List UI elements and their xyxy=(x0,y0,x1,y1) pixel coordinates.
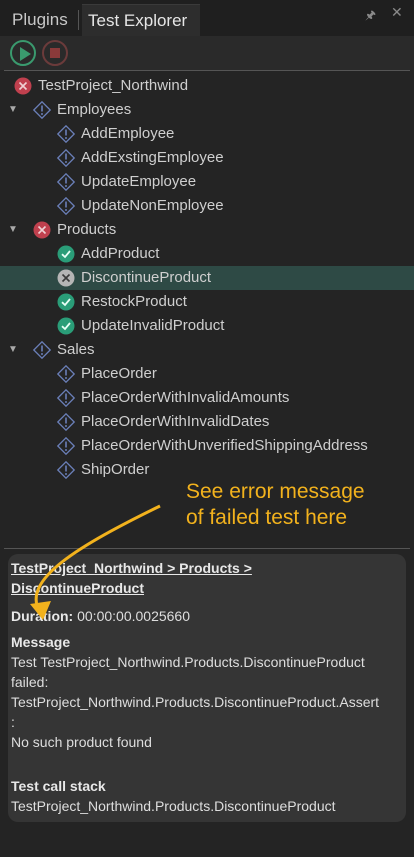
chevron-down-icon[interactable]: ▼ xyxy=(7,218,19,242)
tree-item-label: TestProject_Northwind xyxy=(38,77,189,94)
tree-item-test[interactable]: PlaceOrderWithUnverifiedShippingAddress xyxy=(0,434,414,458)
passed-icon xyxy=(57,317,75,335)
details-divider xyxy=(4,548,410,549)
tree-item-label: PlaceOrderWithUnverifiedShippingAddress xyxy=(81,437,368,454)
chevron-down-icon[interactable]: ▼ xyxy=(7,98,19,122)
tree-item-test[interactable]: RestockProduct xyxy=(0,290,414,314)
not-run-icon xyxy=(57,149,75,167)
annotation-line: See error message xyxy=(186,480,365,503)
not-run-icon xyxy=(57,389,75,407)
annotation-line: of failed test here xyxy=(186,506,348,529)
message-text: TestProject_Northwind.Products.Discontin… xyxy=(11,694,380,710)
pin-icon[interactable]: 🖈 xyxy=(365,6,376,27)
test-tree: TestProject_Northwind ▼ Employees AddEmp… xyxy=(0,74,414,482)
tree-item-test-selected[interactable]: DiscontinueProduct xyxy=(0,266,414,290)
tree-item-label: AddProduct xyxy=(81,245,160,262)
tree-item-test[interactable]: AddExstingEmployee xyxy=(0,146,414,170)
tree-item-label: Products xyxy=(57,221,117,238)
passed-icon xyxy=(57,245,75,263)
tree-item-test[interactable]: AddProduct xyxy=(0,242,414,266)
tree-item-label: AddEmployee xyxy=(81,125,175,142)
duration-value: 00:00:00.0025660 xyxy=(77,608,190,624)
tree-item-employees[interactable]: ▼ Employees xyxy=(0,98,414,122)
tree-item-products[interactable]: ▼ Products xyxy=(0,218,414,242)
tree-item-test[interactable]: PlaceOrderWithInvalidAmounts xyxy=(0,386,414,410)
tree-item-label: Employees xyxy=(57,101,132,118)
tree-item-label: UpdateNonEmployee xyxy=(81,197,224,214)
tree-item-label: PlaceOrder xyxy=(81,365,157,382)
message-text: failed: xyxy=(11,674,49,690)
test-details-panel: TestProject_Northwind > Products > Disco… xyxy=(8,554,406,822)
tab-divider xyxy=(78,10,79,30)
not-run-icon xyxy=(57,125,75,143)
tree-item-label: Sales xyxy=(57,341,95,358)
not-run-icon xyxy=(57,413,75,431)
close-icon[interactable]: ✕ xyxy=(391,4,403,21)
not-run-icon xyxy=(57,173,75,191)
duration-row: Duration: 00:00:00.0025660 xyxy=(11,606,403,626)
tree-item-label: PlaceOrderWithInvalidDates xyxy=(81,413,270,430)
tree-item-label: UpdateEmployee xyxy=(81,173,197,190)
toolbar xyxy=(0,36,414,70)
tree-item-test[interactable]: UpdateInvalidProduct xyxy=(0,314,414,338)
not-run-icon xyxy=(57,437,75,455)
tab-test-explorer[interactable]: Test Explorer xyxy=(82,4,200,37)
run-tests-button[interactable] xyxy=(10,40,36,66)
tree-item-project[interactable]: TestProject_Northwind xyxy=(0,74,414,98)
chevron-down-icon[interactable]: ▼ xyxy=(7,338,19,362)
tab-plugins[interactable]: Plugins xyxy=(6,4,82,36)
tree-item-label: DiscontinueProduct xyxy=(81,269,212,286)
not-run-icon xyxy=(33,341,51,359)
failed-icon xyxy=(14,77,32,95)
not-run-icon xyxy=(57,365,75,383)
tree-item-test[interactable]: AddEmployee xyxy=(0,122,414,146)
tab-bar: Plugins Test Explorer 🖈 ✕ xyxy=(0,0,414,37)
annotation-callout: See error message of failed test here xyxy=(186,479,406,531)
tree-item-label: ShipOrder xyxy=(81,461,150,478)
toolbar-divider xyxy=(4,70,410,71)
tree-item-test[interactable]: PlaceOrder xyxy=(0,362,414,386)
stack-label: Test call stack xyxy=(11,778,106,794)
test-path-line: DiscontinueProduct xyxy=(11,580,145,596)
test-path-line: TestProject_Northwind > Products > xyxy=(11,560,252,576)
not-run-icon xyxy=(57,461,75,479)
duration-label: Duration: xyxy=(11,608,74,624)
tree-item-sales[interactable]: ▼ Sales xyxy=(0,338,414,362)
tree-item-label: RestockProduct xyxy=(81,293,187,310)
tree-item-label: UpdateInvalidProduct xyxy=(81,317,225,334)
tree-item-test[interactable]: UpdateEmployee xyxy=(0,170,414,194)
failed-icon xyxy=(57,269,75,287)
message-label: Message xyxy=(11,634,71,650)
tree-item-test[interactable]: UpdateNonEmployee xyxy=(0,194,414,218)
stop-tests-button[interactable] xyxy=(42,40,68,66)
not-run-icon xyxy=(57,197,75,215)
not-run-icon xyxy=(33,101,51,119)
message-text: Test TestProject_Northwind.Products.Disc… xyxy=(11,654,365,670)
tree-item-test[interactable]: PlaceOrderWithInvalidDates xyxy=(0,410,414,434)
tree-item-label: PlaceOrderWithInvalidAmounts xyxy=(81,389,290,406)
failed-icon xyxy=(33,221,51,239)
message-text: : xyxy=(11,714,15,730)
passed-icon xyxy=(57,293,75,311)
test-path-link[interactable]: TestProject_Northwind > Products > Disco… xyxy=(11,558,403,598)
message-text: No such product found xyxy=(11,734,152,750)
tree-item-label: AddExstingEmployee xyxy=(81,149,224,166)
stack-value: TestProject_Northwind.Products.Discontin… xyxy=(11,798,336,814)
